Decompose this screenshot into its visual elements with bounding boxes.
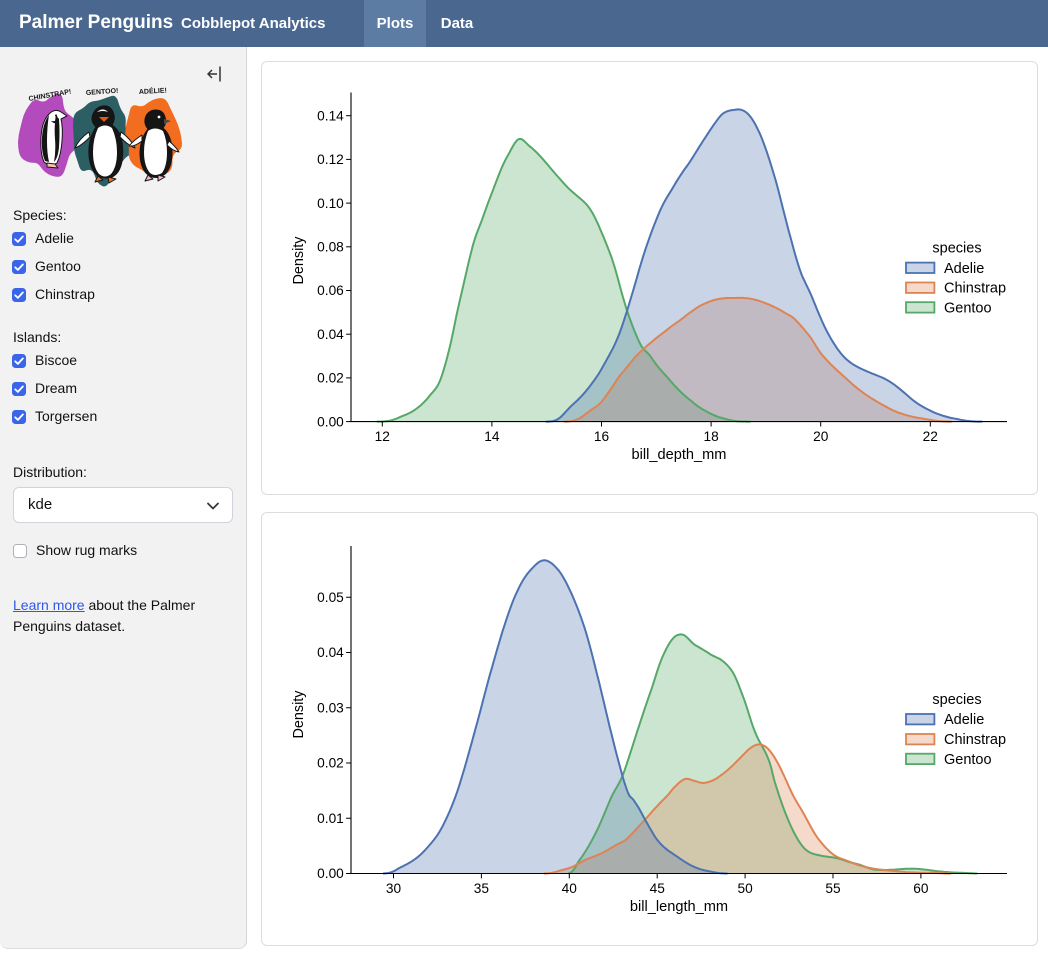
svg-text:0.01: 0.01 — [317, 811, 344, 826]
svg-text:0.05: 0.05 — [317, 590, 344, 605]
svg-text:0.06: 0.06 — [317, 283, 344, 298]
svg-text:0.00: 0.00 — [317, 866, 344, 881]
svg-text:40: 40 — [562, 881, 578, 896]
svg-text:Gentoo: Gentoo — [944, 300, 992, 316]
svg-text:35: 35 — [474, 881, 490, 896]
svg-text:Chinstrap: Chinstrap — [944, 732, 1006, 748]
svg-text:0.10: 0.10 — [317, 196, 344, 211]
svg-text:22: 22 — [923, 429, 938, 444]
svg-text:bill_length_mm: bill_length_mm — [630, 899, 728, 915]
svg-text:0.14: 0.14 — [317, 108, 344, 123]
svg-text:16: 16 — [594, 429, 610, 444]
svg-text:60: 60 — [913, 881, 929, 896]
svg-text:18: 18 — [703, 429, 719, 444]
svg-text:Gentoo: Gentoo — [944, 752, 992, 768]
svg-text:0.02: 0.02 — [317, 756, 344, 771]
svg-text:12: 12 — [375, 429, 390, 444]
svg-text:Density: Density — [291, 236, 307, 285]
svg-text:0.08: 0.08 — [317, 240, 344, 255]
svg-text:20: 20 — [813, 429, 829, 444]
svg-text:Density: Density — [291, 690, 307, 739]
svg-text:0.03: 0.03 — [317, 700, 344, 715]
svg-text:Adelie: Adelie — [944, 261, 984, 277]
svg-text:45: 45 — [650, 881, 666, 896]
svg-text:30: 30 — [386, 881, 402, 896]
svg-text:0.04: 0.04 — [317, 645, 344, 660]
svg-text:0.02: 0.02 — [317, 371, 344, 386]
svg-text:species: species — [932, 240, 981, 256]
svg-text:50: 50 — [737, 881, 753, 896]
svg-text:Chinstrap: Chinstrap — [944, 281, 1006, 297]
svg-text:55: 55 — [825, 881, 841, 896]
svg-text:bill_depth_mm: bill_depth_mm — [632, 447, 727, 463]
svg-text:species: species — [932, 692, 981, 708]
svg-text:0.00: 0.00 — [317, 414, 344, 429]
svg-text:14: 14 — [484, 429, 500, 444]
svg-text:ADÉLIE!: ADÉLIE! — [139, 86, 167, 96]
svg-text:0.12: 0.12 — [317, 152, 344, 167]
svg-text:GENTOO!: GENTOO! — [86, 88, 119, 97]
svg-text:Adelie: Adelie — [944, 712, 984, 728]
svg-text:0.04: 0.04 — [317, 327, 344, 342]
